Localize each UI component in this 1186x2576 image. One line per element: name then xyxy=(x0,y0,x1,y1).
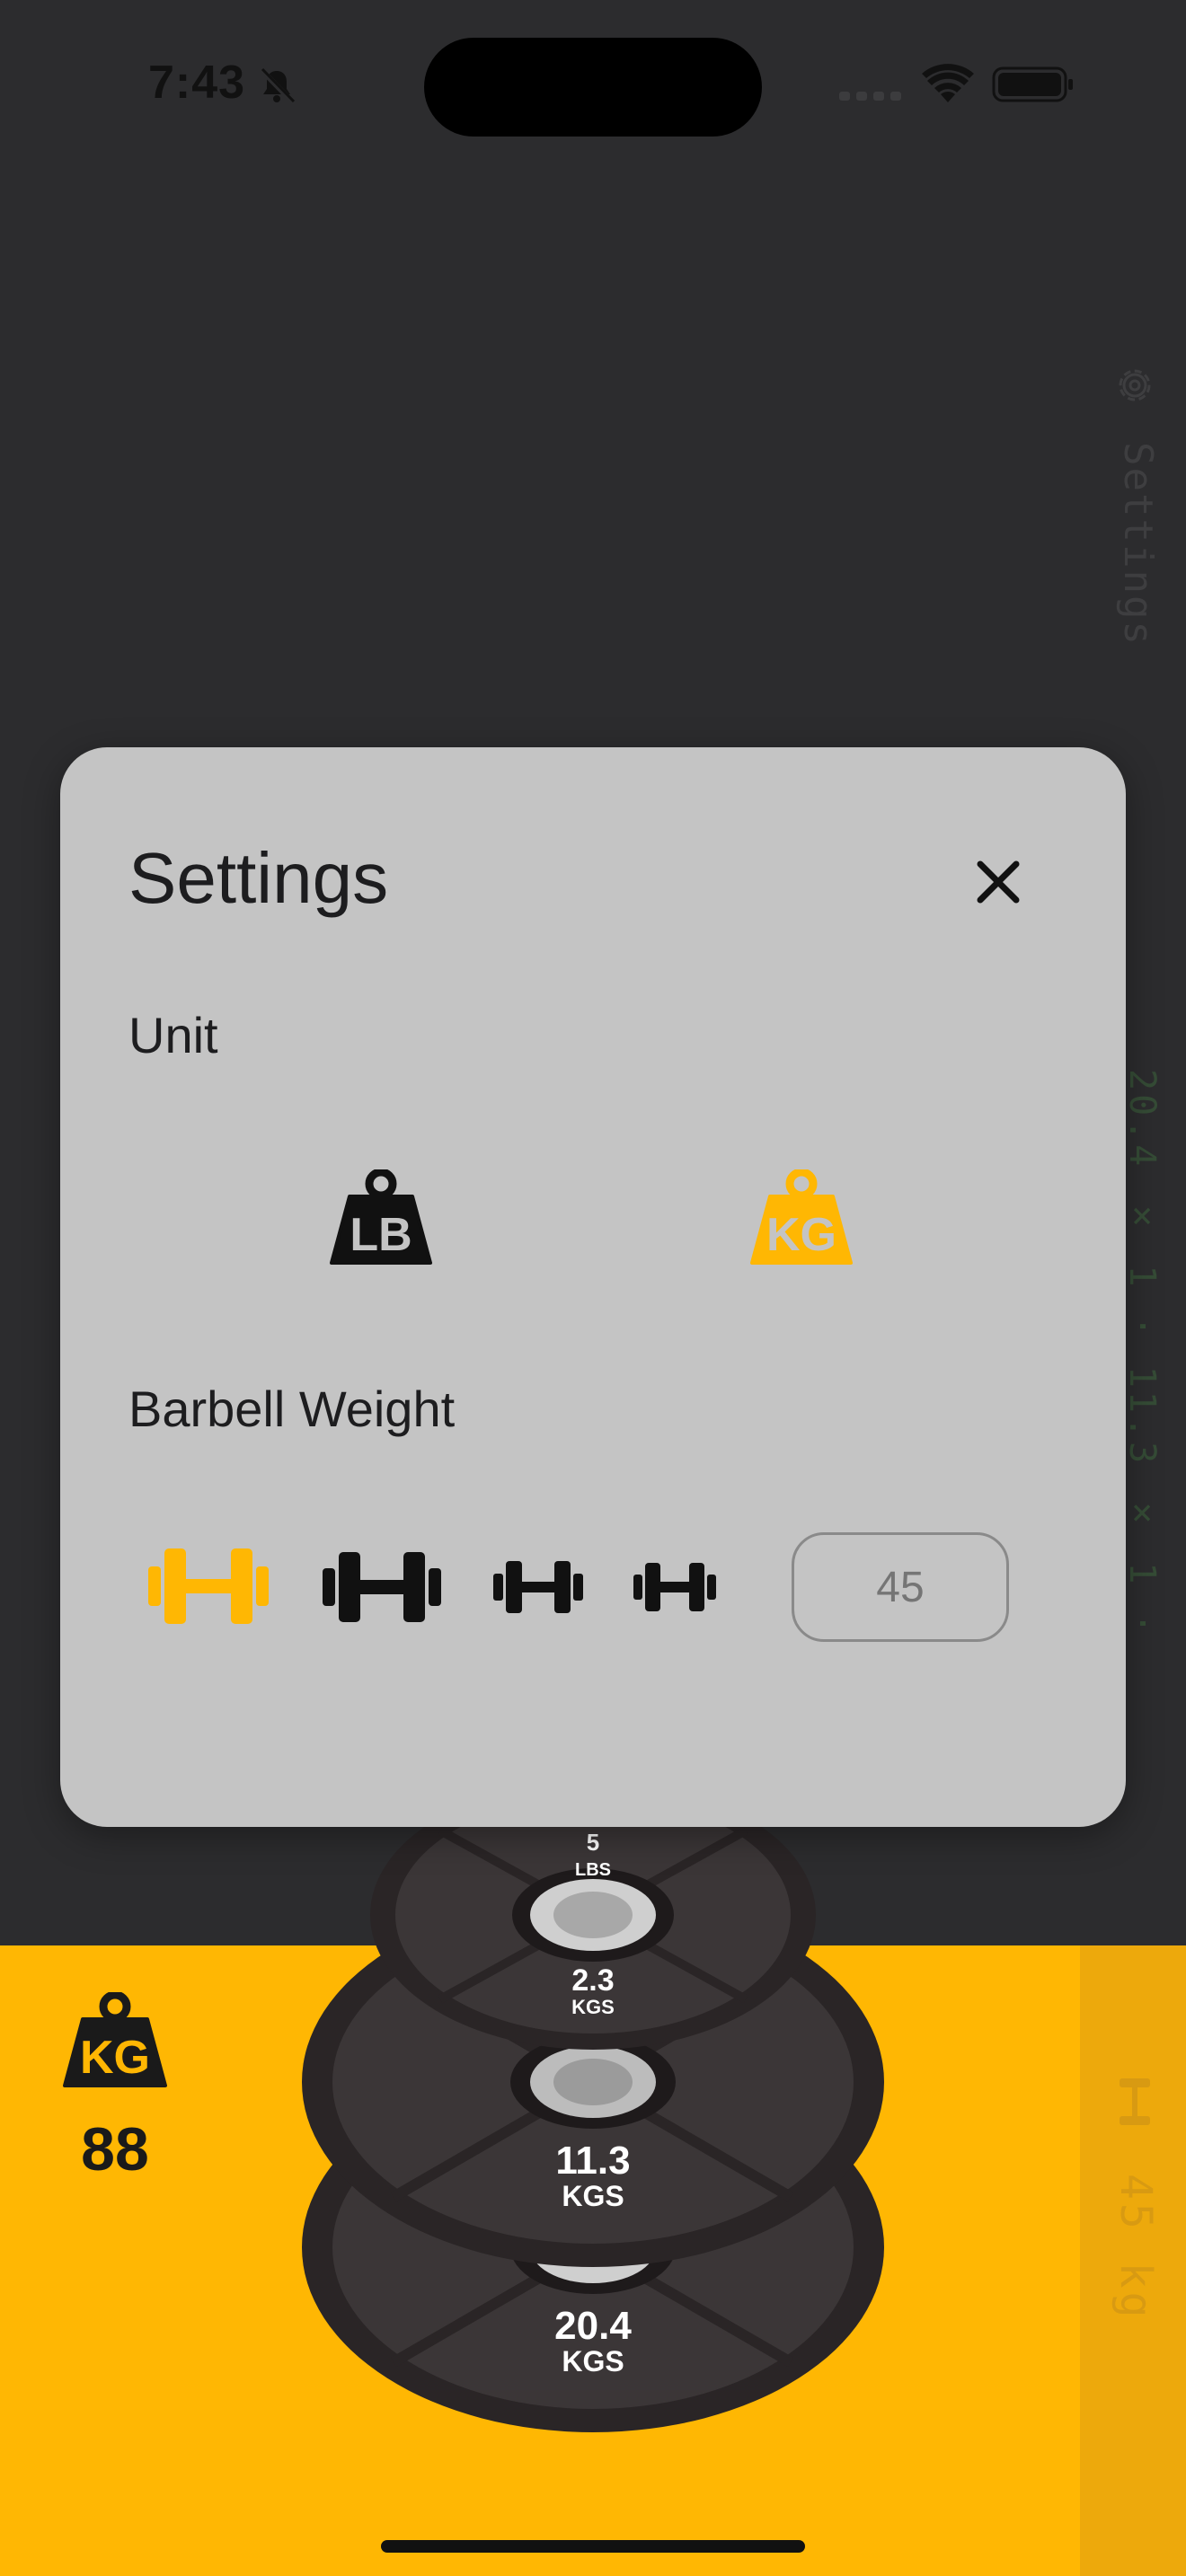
kg-unit-icon[interactable]: KG xyxy=(748,1169,854,1266)
settings-sheet: Settings Unit LB KG Barbell Weight xyxy=(60,747,1126,1827)
barbell-option-icon-2[interactable] xyxy=(323,1550,441,1624)
dynamic-island xyxy=(424,38,762,137)
barbell-weight-side-label: 45 kg xyxy=(1111,2174,1161,2322)
barbell-option-icon-4[interactable] xyxy=(633,1561,716,1613)
barbell-option-icon-3[interactable] xyxy=(493,1559,583,1615)
battery-icon xyxy=(992,66,1073,102)
total-unit-text: KG xyxy=(80,2032,150,2084)
barbell-option-icon-1[interactable] xyxy=(148,1547,269,1626)
kg-unit-text: KG xyxy=(766,1209,836,1261)
cellular-signal-icon xyxy=(839,92,901,101)
gear-icon xyxy=(1119,369,1151,401)
kg-weight-icon: KG xyxy=(63,1992,167,2087)
plate-value: 11.3 xyxy=(555,2139,630,2183)
wifi-icon xyxy=(922,64,974,102)
plate-value: 20.4 xyxy=(554,2304,632,2348)
home-indicator xyxy=(381,2540,805,2553)
barbell-icon xyxy=(1120,2078,1150,2125)
custom-barbell-weight-input[interactable] xyxy=(792,1532,1009,1642)
lb-unit-text: LB xyxy=(350,1209,412,1261)
settings-title: Settings xyxy=(128,838,389,918)
total-weight-value: 88 xyxy=(81,2115,149,2183)
barbell-weight-section-label: Barbell Weight xyxy=(128,1381,456,1437)
plate-unit: KGS xyxy=(562,2345,624,2378)
status-time: 7:43 xyxy=(148,57,246,109)
barbell-side-button[interactable]: 45 kg xyxy=(1107,2075,1161,2344)
settings-side-label: Settings xyxy=(1115,442,1161,647)
bell-slash-icon xyxy=(259,67,296,105)
settings-side-button[interactable]: Settings xyxy=(1111,363,1161,647)
plate-stack: 20.4 KGS 11.3 KGS 5 LBS 2.3 KGS xyxy=(302,1787,884,2432)
plate-unit: KGS xyxy=(571,1996,615,2018)
plate-unit-lbs: LBS xyxy=(575,1860,611,1880)
unit-section-label: Unit xyxy=(128,1007,218,1063)
plate-value-lbs: 5 xyxy=(587,1829,599,1856)
plate-value: 2.3 xyxy=(571,1963,614,1998)
lb-unit-icon[interactable]: LB xyxy=(328,1169,434,1266)
plate-unit: KGS xyxy=(562,2180,624,2212)
close-icon[interactable] xyxy=(964,848,1032,916)
